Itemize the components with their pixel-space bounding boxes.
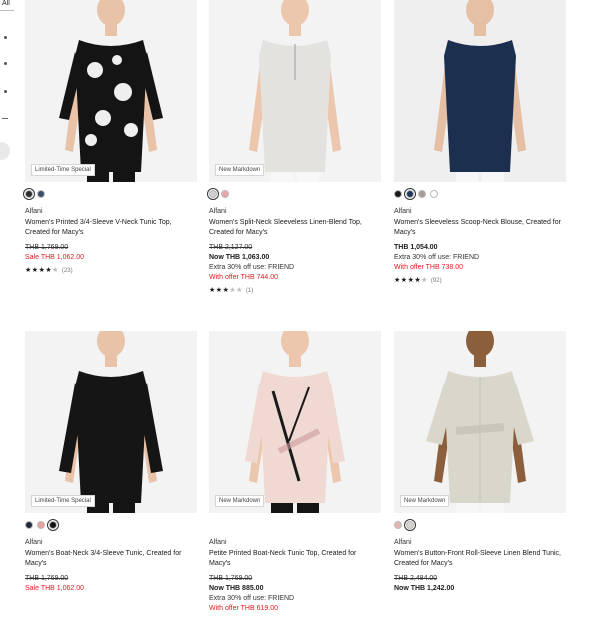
price-block: THB 1,054.00 Extra 30% off use: FRIEND Wit… <box>394 243 479 286</box>
filter-rail: All <box>0 0 18 624</box>
rating[interactable]: ★★★★★ (92) <box>394 276 479 286</box>
rating[interactable]: ★★★★★ (1) <box>209 286 294 296</box>
sale-price: Sale THB 1,062.00 <box>25 254 85 261</box>
product-brand: Alfani <box>209 208 227 215</box>
star-icon: ★ <box>400 277 408 284</box>
product-image[interactable] <box>394 0 566 182</box>
filter-option-dot[interactable] <box>4 90 7 93</box>
promo-badge: New Markdown <box>215 495 265 507</box>
filter-all-label[interactable]: All <box>2 0 10 7</box>
star-icon: ★ <box>52 267 59 274</box>
star-icon: ★ <box>209 287 216 294</box>
product-image[interactable]: New Markdown <box>209 0 381 182</box>
color-swatches <box>394 519 414 531</box>
star-icon: ★ <box>31 267 39 274</box>
original-price: THB 1,769.00 <box>25 244 69 251</box>
color-swatches <box>25 519 57 531</box>
original-price: THB 1,769.00 <box>209 575 253 582</box>
star-rating: ★★★★★ <box>25 266 59 276</box>
product-card[interactable]: Limited-Time Special Alfani Women's Boat-N… <box>25 331 197 641</box>
filter-option-dot[interactable] <box>4 62 7 65</box>
product-card[interactable]: New Markdown Alfani Women's Button-Front R… <box>394 331 566 641</box>
product-image[interactable]: New Markdown <box>394 331 566 513</box>
color-swatch[interactable] <box>394 190 402 198</box>
product-brand: Alfani <box>25 208 43 215</box>
product-card[interactable]: Limited-Time Special Alfani Women's Printe… <box>25 0 197 310</box>
product-title[interactable]: Petite Printed Boat-Neck Tunic Top, Crea… <box>209 549 377 569</box>
color-swatch[interactable] <box>209 190 217 198</box>
filter-option-dash[interactable] <box>2 118 8 119</box>
product-image[interactable]: Limited-Time Special <box>25 0 197 182</box>
scroll-handle[interactable] <box>0 142 10 160</box>
product-brand: Alfani <box>25 539 43 546</box>
star-icon: ★ <box>394 277 401 284</box>
product-title[interactable]: Women's Boat-Neck 3/4-Sleeve Tunic, Crea… <box>25 549 193 569</box>
filter-option-dot[interactable] <box>4 36 7 39</box>
product-brand: Alfani <box>394 208 412 215</box>
star-icon: ★ <box>236 287 243 294</box>
color-swatch[interactable] <box>394 521 402 529</box>
promo-code-text: Extra 30% off use: FRIEND <box>394 254 480 261</box>
product-card[interactable]: Alfani Women's Sleeveless Scoop-Neck Blou… <box>394 0 566 310</box>
promo-badge: Limited-Time Special <box>31 495 95 507</box>
review-count: (23) <box>61 268 73 274</box>
product-card[interactable]: New Markdown Alfani Petite Printed Boat-Ne… <box>209 331 381 641</box>
star-icon: ★ <box>25 267 32 274</box>
color-swatches <box>394 188 438 200</box>
current-price: Now THB 1,063.00 <box>209 254 270 261</box>
star-rating: ★★★★★ <box>209 286 243 296</box>
star-rating: ★★★★★ <box>394 276 428 286</box>
color-swatch[interactable] <box>418 190 426 198</box>
offer-price: With offer THB 738.00 <box>394 264 463 271</box>
product-title[interactable]: Women's Printed 3/4-Sleeve V-Neck Tunic … <box>25 218 193 238</box>
price-block: THB 2,127.00 Now THB 1,063.00 Extra 30% of… <box>209 243 294 296</box>
sale-price: Sale THB 1,062.00 <box>25 585 85 592</box>
star-icon: ★ <box>215 287 223 294</box>
color-swatch[interactable] <box>25 521 33 529</box>
product-brand: Alfani <box>394 539 412 546</box>
original-price: THB 2,127.00 <box>209 244 253 251</box>
promo-code-text: Extra 30% off use: FRIEND <box>209 264 295 271</box>
price-block: THB 1,769.00 Now THB 885.00 Extra 30% off … <box>209 574 294 614</box>
product-card[interactable]: New Markdown Alfani Women's Split-Neck Sle… <box>209 0 381 310</box>
price-block: THB 2,484.00 Now THB 1,242.00 <box>394 574 454 594</box>
color-swatch[interactable] <box>37 190 45 198</box>
current-price: Now THB 885.00 <box>209 585 264 592</box>
rating[interactable]: ★★★★★ (23) <box>25 266 84 276</box>
color-swatches <box>25 188 45 200</box>
review-count: (92) <box>430 278 442 284</box>
product-image[interactable]: Limited-Time Special <box>25 331 197 513</box>
product-title[interactable]: Women's Button-Front Roll-Sleeve Linen B… <box>394 549 562 569</box>
price-block: THB 1,769.00 Sale THB 1,062.00 ★★★★★ (23) <box>25 243 84 276</box>
product-brand: Alfani <box>209 539 227 546</box>
product-image[interactable]: New Markdown <box>209 331 381 513</box>
product-title[interactable]: Women's Split-Neck Sleeveless Linen-Blen… <box>209 218 377 238</box>
offer-price: With offer THB 619.00 <box>209 605 278 612</box>
promo-badge: Limited-Time Special <box>31 164 95 176</box>
offer-price: With offer THB 744.00 <box>209 274 278 281</box>
promo-code-text: Extra 30% off use: FRIEND <box>209 595 295 602</box>
current-price: Now THB 1,242.00 <box>394 585 455 592</box>
current-price: THB 1,054.00 <box>394 244 438 251</box>
color-swatches <box>209 188 229 200</box>
color-swatch[interactable] <box>430 190 438 198</box>
color-swatch[interactable] <box>406 521 414 529</box>
divider <box>0 10 14 11</box>
promo-badge: New Markdown <box>400 495 450 507</box>
color-swatch[interactable] <box>49 521 57 529</box>
color-swatch[interactable] <box>25 190 33 198</box>
color-swatch[interactable] <box>37 521 45 529</box>
star-icon: ★ <box>421 277 428 284</box>
color-swatch[interactable] <box>221 190 229 198</box>
original-price: THB 2,484.00 <box>394 575 438 582</box>
promo-badge: New Markdown <box>215 164 265 176</box>
color-swatch[interactable] <box>406 190 414 198</box>
review-count: (1) <box>245 288 254 294</box>
product-title[interactable]: Women's Sleeveless Scoop-Neck Blouse, Cr… <box>394 218 562 238</box>
original-price: THB 1,769.00 <box>25 575 69 582</box>
price-block: THB 1,769.00 Sale THB 1,062.00 <box>25 574 84 594</box>
